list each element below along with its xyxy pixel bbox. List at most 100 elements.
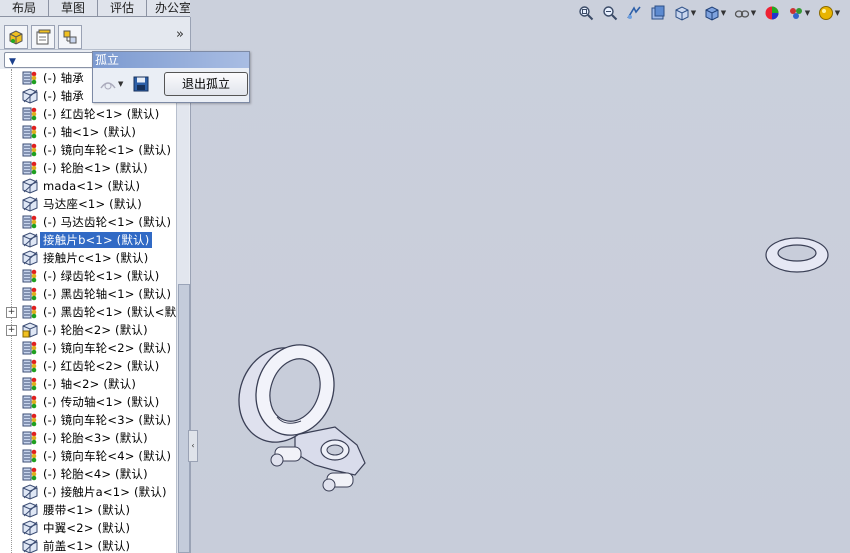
tree-item[interactable]: 接触片b<1> (默认) — [0, 231, 176, 249]
part-color-icon — [22, 106, 39, 122]
edit-appearance-icon[interactable] — [762, 4, 782, 22]
tree-filter-dropdown[interactable]: ▼ — [4, 52, 94, 68]
tree-item[interactable]: (-) 红齿轮<2> (默认) — [0, 357, 176, 375]
tab-sketch[interactable]: 草图 — [49, 0, 99, 17]
view-settings-icon[interactable]: ▼ — [816, 4, 842, 22]
part-hidden-icon — [22, 538, 39, 553]
tree-item-label: (-) 轮胎<2> (默认) — [43, 323, 148, 337]
tree-item[interactable]: (-) 轴<1> (默认) — [0, 123, 176, 141]
tree-item[interactable]: (-) 红齿轮<1> (默认) — [0, 105, 176, 123]
part-color-icon — [22, 448, 39, 464]
part-color-icon — [22, 358, 39, 374]
isolated-contact-part[interactable] — [215, 335, 375, 500]
part-hidden-icon — [22, 88, 39, 104]
expand-panel-button[interactable]: » — [176, 27, 184, 42]
configuration-manager-icon[interactable] — [58, 25, 82, 49]
tab-evaluate[interactable]: 评估 — [98, 0, 148, 17]
tree-item-label: (-) 镜向车轮<1> (默认) — [43, 143, 172, 157]
apply-scene-icon[interactable]: ▼ — [786, 4, 812, 22]
feature-tree: (-) 轴承 (-) 轴承 (-) 红齿轮<1> (默认) (-) 轴<1> (默认)… — [0, 69, 176, 553]
tree-item-label: (-) 红齿轮<2> (默认) — [43, 359, 160, 373]
part-warning-icon — [22, 322, 39, 338]
tree-item-label: (-) 镜向车轮<3> (默认) — [43, 413, 172, 427]
tree-item[interactable]: mada<1> (默认) — [0, 177, 176, 195]
part-hidden-icon — [22, 502, 39, 518]
part-color-icon — [22, 466, 39, 482]
tree-item[interactable]: (-) 黑齿轮轴<1> (默认) — [0, 285, 176, 303]
previous-view-icon[interactable] — [624, 4, 644, 22]
exit-isolate-button[interactable]: 退出孤立 — [164, 72, 248, 96]
tree-item[interactable]: (-) 镜向车轮<3> (默认) — [0, 411, 176, 429]
part-color-icon — [22, 304, 39, 320]
tree-item-label: (-) 轴<2> (默认) — [43, 377, 137, 391]
tree-item[interactable]: (-) 传动轴<1> (默认) — [0, 393, 176, 411]
part-color-icon — [22, 268, 39, 284]
tree-item-label: mada<1> (默认) — [43, 179, 141, 193]
tree-item[interactable]: + (-) 黑齿轮<1> (默认<默 — [0, 303, 176, 321]
tree-item[interactable]: (-) 轮胎<4> (默认) — [0, 465, 176, 483]
tree-item-label: 腰带<1> (默认) — [43, 503, 131, 517]
tree-item[interactable]: (-) 马达齿轮<1> (默认) — [0, 213, 176, 231]
panel-tab-strip: » — [0, 17, 190, 50]
scrollbar-thumb[interactable] — [178, 284, 190, 553]
part-color-icon — [22, 214, 39, 230]
view-orientation-icon[interactable]: ▼ — [672, 4, 698, 22]
part-hidden-icon — [22, 250, 39, 266]
tree-item[interactable]: 马达座<1> (默认) — [0, 195, 176, 213]
tree-item[interactable]: 中翼<2> (默认) — [0, 519, 176, 537]
tree-item[interactable]: (-) 绿齿轮<1> (默认) — [0, 267, 176, 285]
hide-show-items-icon[interactable]: ▼ — [732, 4, 758, 22]
part-color-icon — [22, 430, 39, 446]
tree-item-label: 接触片c<1> (默认) — [43, 251, 149, 265]
tree-item[interactable]: (-) 镜向车轮<2> (默认) — [0, 339, 176, 357]
part-color-icon — [22, 412, 39, 428]
graphics-area[interactable]: ▼ ▼ ▼ ▼ ▼ — [190, 0, 850, 553]
heads-up-toolbar: ▼ ▼ ▼ ▼ ▼ — [576, 4, 842, 22]
section-view-icon[interactable] — [648, 4, 668, 22]
part-color-icon — [22, 70, 39, 86]
save-as-display-state-icon[interactable] — [133, 76, 149, 92]
part-hidden-icon — [22, 520, 39, 536]
tree-item[interactable]: (-) 轮胎<1> (默认) — [0, 159, 176, 177]
tree-item-label: (-) 轴<1> (默认) — [43, 125, 137, 139]
expand-node-icon[interactable]: + — [6, 324, 17, 336]
part-color-icon — [22, 142, 39, 158]
display-style-icon[interactable]: ▼ — [702, 4, 728, 22]
zoom-to-fit-icon[interactable] — [576, 4, 596, 22]
tree-item-label: 马达座<1> (默认) — [43, 197, 142, 211]
isolated-ring-part[interactable] — [763, 233, 831, 277]
tree-item-label: (-) 接触片a<1> (默认) — [43, 485, 167, 499]
tree-item[interactable]: (-) 轴<2> (默认) — [0, 375, 176, 393]
isolate-toolbar: 孤立 ▼ 退出孤立 — [92, 51, 250, 103]
tree-item[interactable]: 前盖<1> (默认) — [0, 537, 176, 553]
tree-item[interactable]: 接触片c<1> (默认) — [0, 249, 176, 267]
tree-item-label: (-) 镜向车轮<2> (默认) — [43, 341, 172, 355]
tree-item[interactable]: (-) 镜向车轮<1> (默认) — [0, 141, 176, 159]
zoom-area-icon[interactable] — [600, 4, 620, 22]
visibility-dropdown[interactable]: ▼ — [99, 75, 125, 93]
tree-item[interactable]: 腰带<1> (默认) — [0, 501, 176, 519]
tree-item-label: 前盖<1> (默认) — [43, 539, 131, 553]
part-color-icon — [22, 286, 39, 302]
feature-manager-icon[interactable] — [4, 25, 28, 49]
tree-item-label: 中翼<2> (默认) — [43, 521, 131, 535]
tree-item[interactable]: (-) 镜向车轮<4> (默认) — [0, 447, 176, 465]
tree-item-label: (-) 轮胎<4> (默认) — [43, 467, 148, 481]
part-color-icon — [22, 160, 39, 176]
part-hidden-icon — [22, 232, 39, 248]
tree-item-label: (-) 红齿轮<1> (默认) — [43, 107, 160, 121]
tree-scrollbar[interactable] — [176, 69, 190, 553]
tree-item[interactable]: (-) 轮胎<3> (默认) — [0, 429, 176, 447]
tree-item-label: (-) 轴承 — [43, 89, 84, 103]
tree-item-label: (-) 轴承 — [43, 71, 84, 85]
tree-item[interactable]: (-) 接触片a<1> (默认) — [0, 483, 176, 501]
part-hidden-icon — [22, 484, 39, 500]
tree-item-label: (-) 黑齿轮轴<1> (默认) — [43, 287, 172, 301]
tab-layout[interactable]: 布局 — [0, 0, 50, 17]
property-manager-icon[interactable] — [31, 25, 55, 49]
tree-item[interactable]: + (-) 轮胎<2> (默认) — [0, 321, 176, 339]
visibility-icon — [100, 82, 116, 90]
panel-splitter-handle[interactable]: ‹ — [188, 430, 198, 462]
tree-item-label: (-) 传动轴<1> (默认) — [43, 395, 160, 409]
expand-node-icon[interactable]: + — [6, 306, 17, 318]
